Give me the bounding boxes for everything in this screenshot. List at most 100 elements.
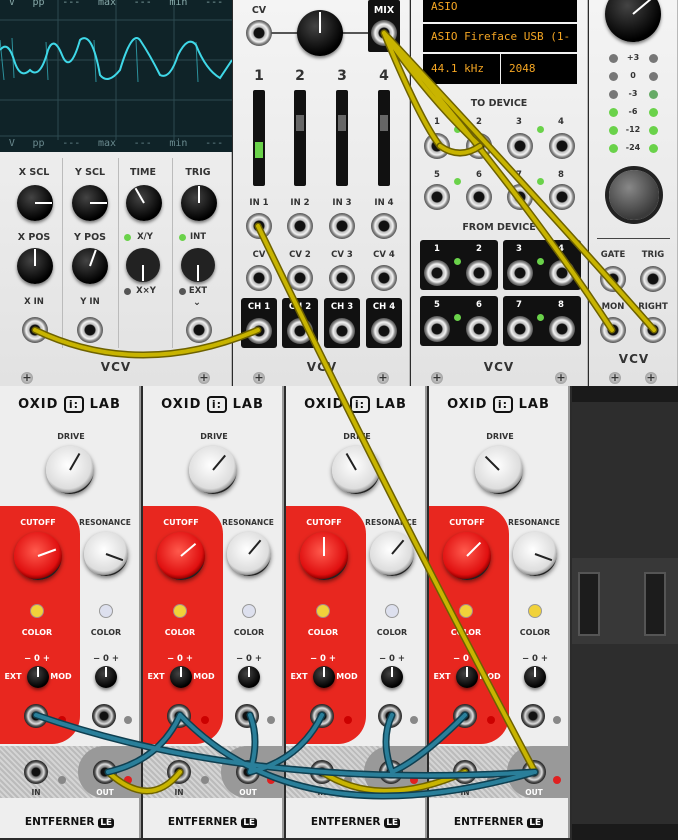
cutoff-knob[interactable] [300, 532, 348, 580]
resonance-mod-knob[interactable] [95, 666, 117, 688]
resonance-knob[interactable] [84, 532, 128, 576]
to-device-6-jack[interactable] [466, 184, 492, 210]
cutoff-cv-jack[interactable] [24, 704, 48, 728]
resonance-color-led[interactable] [99, 604, 113, 618]
mix-level-knob[interactable] [297, 10, 343, 56]
y-pos-knob[interactable] [72, 248, 108, 284]
mix-cv-jack[interactable] [246, 20, 272, 46]
cutoff-cv-jack[interactable] [167, 704, 191, 728]
resonance-cv-jack[interactable] [235, 704, 259, 728]
from-device-5-jack[interactable] [424, 316, 450, 342]
from-device-1-jack[interactable] [424, 260, 450, 286]
out-jack[interactable] [379, 760, 403, 784]
trig-jack[interactable] [640, 266, 666, 292]
resonance-color-led[interactable] [385, 604, 399, 618]
out-jack[interactable] [522, 760, 546, 784]
mute-button[interactable] [609, 170, 659, 220]
from-device-8-jack[interactable] [549, 316, 575, 342]
cv-1-jack[interactable] [246, 265, 272, 291]
driver-display[interactable]: ASIO [423, 0, 577, 22]
cv-4-jack[interactable] [371, 265, 397, 291]
to-device-3-jack[interactable] [507, 133, 533, 159]
cutoff-knob[interactable] [14, 532, 62, 580]
channel-2-fader[interactable] [294, 90, 306, 186]
in-jack[interactable] [453, 760, 477, 784]
cutoff-color-led[interactable] [173, 604, 187, 618]
cutoff-cv-jack[interactable] [310, 704, 334, 728]
device-display[interactable]: ASIO Fireface USB (1- [423, 24, 577, 52]
gate-jack[interactable] [600, 266, 626, 292]
cv-3-jack[interactable] [329, 265, 355, 291]
from-device-7-jack[interactable] [507, 316, 533, 342]
to-device-5-jack[interactable] [424, 184, 450, 210]
x-pos-knob[interactable] [17, 248, 53, 284]
block-size-display[interactable]: 2048 [501, 54, 577, 84]
drive-knob[interactable] [475, 446, 523, 494]
cutoff-color-led[interactable] [459, 604, 473, 618]
channel-4-fader[interactable] [378, 90, 390, 186]
cutoff-cv-jack[interactable] [453, 704, 477, 728]
mon-jack[interactable] [600, 317, 626, 343]
resonance-color-led[interactable] [528, 604, 542, 618]
channel-1-fader[interactable] [253, 90, 265, 186]
cutoff-color-led[interactable] [316, 604, 330, 618]
cutoff-mod-knob[interactable] [456, 666, 478, 688]
from-device-4-jack[interactable] [549, 260, 575, 286]
sample-rate-display[interactable]: 44.1 kHz [423, 54, 500, 84]
x-scl-knob[interactable] [17, 185, 53, 221]
from-device-6-jack[interactable] [466, 316, 492, 342]
in-jack[interactable] [167, 760, 191, 784]
resonance-knob[interactable] [227, 532, 271, 576]
out-jack[interactable] [236, 760, 260, 784]
time-knob[interactable] [126, 185, 162, 221]
resonance-cv-jack[interactable] [378, 704, 402, 728]
cutoff-knob[interactable] [443, 532, 491, 580]
in-jack[interactable] [310, 760, 334, 784]
mix-out-jack[interactable] [371, 20, 397, 46]
resonance-mod-knob[interactable] [381, 666, 403, 688]
x-in-jack[interactable] [22, 317, 48, 343]
xy-button[interactable] [126, 248, 160, 282]
drive-knob[interactable] [46, 446, 94, 494]
y-in-jack[interactable] [77, 317, 103, 343]
cutoff-mod-knob[interactable] [170, 666, 192, 688]
channel-3-fader[interactable] [336, 90, 348, 186]
ch-3-out-jack[interactable] [329, 318, 355, 344]
cv-2-jack[interactable] [287, 265, 313, 291]
resonance-color-led[interactable] [242, 604, 256, 618]
to-device-2-jack[interactable] [466, 133, 492, 159]
ext-trig-jack[interactable] [186, 317, 212, 343]
cutoff-mod-knob[interactable] [313, 666, 335, 688]
in-jack[interactable] [24, 760, 48, 784]
volume-knob[interactable] [605, 0, 661, 42]
out-jack[interactable] [93, 760, 117, 784]
ch-2-out-jack[interactable] [287, 318, 313, 344]
resonance-mod-knob[interactable] [238, 666, 260, 688]
resonance-knob[interactable] [513, 532, 557, 576]
resonance-mod-knob[interactable] [524, 666, 546, 688]
cutoff-mod-knob[interactable] [27, 666, 49, 688]
in-2-jack[interactable] [287, 213, 313, 239]
to-device-7-jack[interactable] [507, 184, 533, 210]
cutoff-color-led[interactable] [30, 604, 44, 618]
ch-1-out-jack[interactable] [246, 318, 272, 344]
in-3-jack[interactable] [329, 213, 355, 239]
trig-knob[interactable] [181, 185, 217, 221]
from-device-2-jack[interactable] [466, 260, 492, 286]
to-device-1-jack[interactable] [424, 133, 450, 159]
to-device-4-jack[interactable] [549, 133, 575, 159]
resonance-knob[interactable] [370, 532, 414, 576]
drive-knob[interactable] [189, 446, 237, 494]
right-jack[interactable] [640, 317, 666, 343]
resonance-cv-jack[interactable] [521, 704, 545, 728]
ch-4-out-jack[interactable] [371, 318, 397, 344]
cutoff-knob[interactable] [157, 532, 205, 580]
in-1-jack[interactable] [246, 213, 272, 239]
drive-knob[interactable] [332, 446, 380, 494]
from-device-3-jack[interactable] [507, 260, 533, 286]
to-device-8-jack[interactable] [549, 184, 575, 210]
int-ext-button[interactable] [181, 248, 215, 282]
resonance-cv-jack[interactable] [92, 704, 116, 728]
y-scl-knob[interactable] [72, 185, 108, 221]
in-4-jack[interactable] [371, 213, 397, 239]
